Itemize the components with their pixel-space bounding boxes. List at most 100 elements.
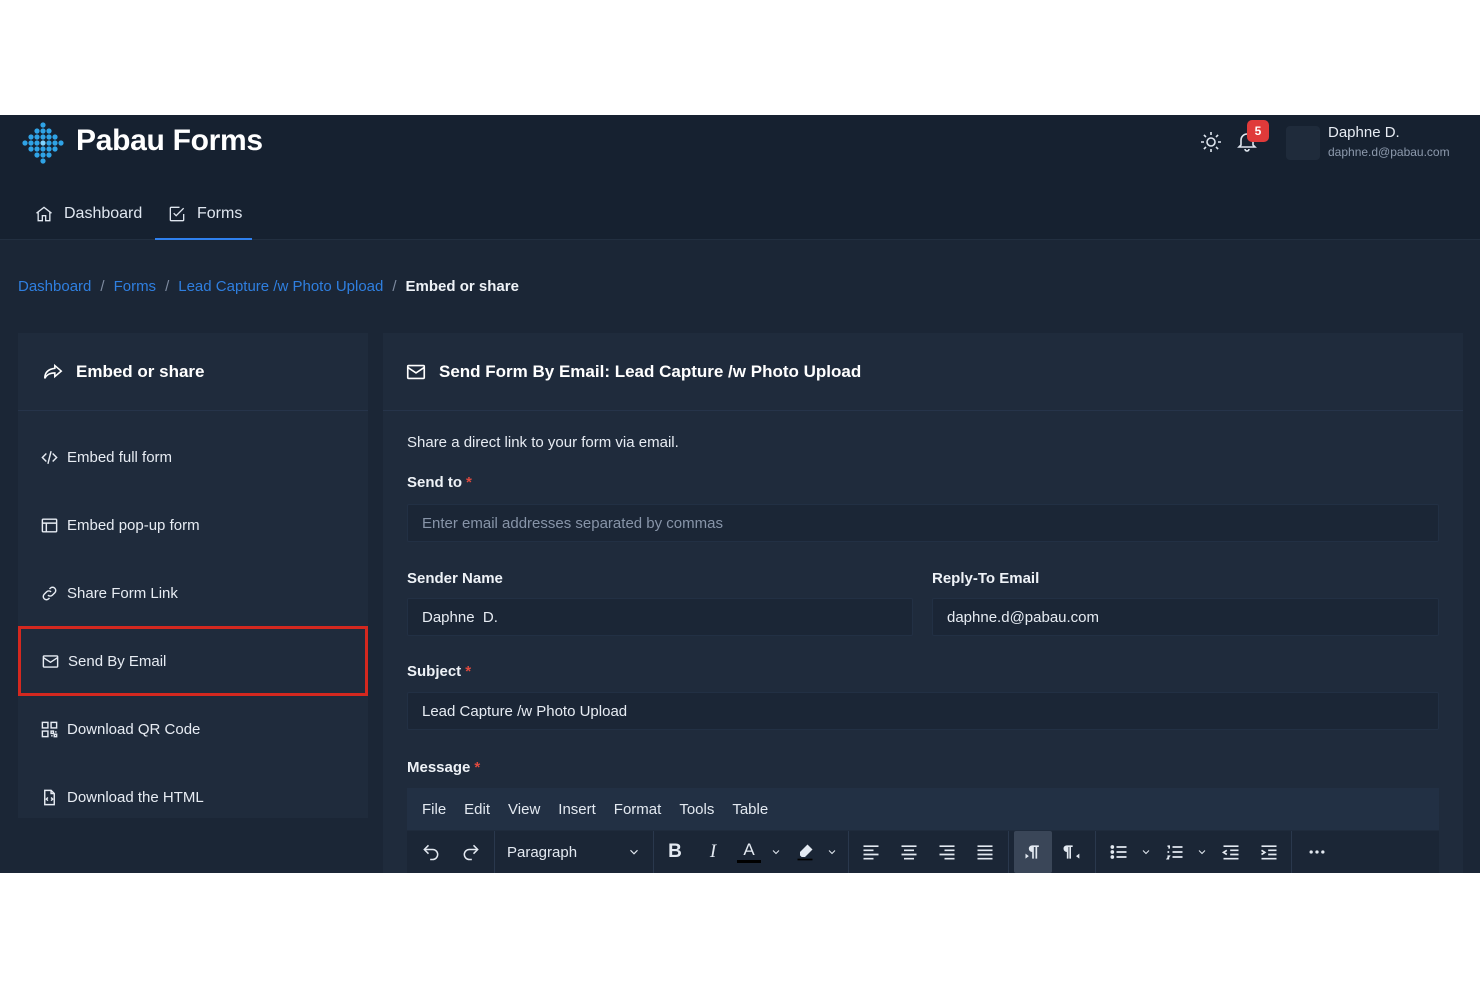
menu-table[interactable]: Table [732, 801, 768, 818]
breadcrumb-dashboard[interactable]: Dashboard [18, 278, 91, 295]
download-html-item[interactable]: Download the HTML [18, 763, 368, 831]
align-center-icon [901, 845, 917, 860]
numbered-list-button[interactable] [1163, 839, 1187, 865]
numbered-list-dropdown[interactable] [1195, 839, 1209, 865]
align-left-button[interactable] [859, 839, 883, 865]
subject-label-text: Subject [407, 663, 462, 680]
align-justify-icon [977, 845, 993, 860]
undo-button[interactable] [419, 839, 443, 865]
embed-full-form-label: Embed full form [67, 448, 173, 466]
more-tools-button[interactable] [1305, 839, 1329, 865]
embed-full-form-item[interactable]: Embed full form [18, 423, 368, 491]
breadcrumb-form[interactable]: Lead Capture /w Photo Upload [178, 278, 383, 295]
mail-icon [406, 364, 426, 379]
toolbar-divider [653, 831, 654, 873]
breadcrumb-separator: / [392, 278, 397, 295]
toolbar-divider [1291, 831, 1292, 873]
bullet-list-button[interactable] [1107, 839, 1131, 865]
block-format-value: Paragraph [507, 843, 578, 861]
app-window: Pabau Forms 5 Daphne D. daphne.d@pabau.c… [0, 115, 1480, 873]
file-code-icon [44, 789, 55, 805]
required-marker: * [465, 663, 472, 680]
chevron-down-icon [1142, 850, 1150, 855]
share-form-link-item[interactable]: Share Form Link [18, 559, 368, 627]
required-marker: * [466, 474, 472, 491]
rtl-paragraph-icon [1063, 845, 1080, 859]
breadcrumb: Dashboard / Forms / Lead Capture /w Phot… [18, 278, 519, 295]
send-email-panel: Send Form By Email: Lead Capture /w Phot… [383, 333, 1463, 873]
ltr-direction-button[interactable] [1014, 831, 1052, 873]
code-icon [41, 450, 58, 464]
qr-code-icon [41, 721, 58, 737]
highlight-dropdown[interactable] [825, 839, 839, 865]
menu-edit[interactable]: Edit [464, 801, 490, 818]
send-to-input[interactable] [407, 504, 1439, 542]
editor-menubar: File Edit View Insert Format Tools Table [407, 788, 1439, 830]
nav-forms[interactable]: Forms [167, 187, 242, 240]
outdent-icon [1221, 845, 1239, 860]
redo-button[interactable] [459, 839, 483, 865]
menu-view[interactable]: View [508, 801, 540, 818]
chevron-down-icon [828, 850, 836, 855]
highlight-button[interactable] [793, 839, 817, 865]
toolbar-divider [1095, 831, 1096, 873]
align-center-button[interactable] [897, 839, 921, 865]
toolbar-divider [1008, 831, 1009, 873]
share-panel-title: Embed or share [76, 361, 205, 381]
user-name[interactable]: Daphne D. [1328, 124, 1400, 141]
avatar[interactable] [1286, 126, 1320, 160]
breadcrumb-separator: / [165, 278, 170, 295]
theme-toggle-icon[interactable] [1199, 130, 1223, 154]
menu-insert[interactable]: Insert [558, 801, 596, 818]
bold-button[interactable]: B [663, 839, 687, 865]
embed-popup-form-label: Embed pop-up form [67, 516, 200, 534]
home-icon [36, 205, 52, 221]
embed-popup-form-item[interactable]: Embed pop-up form [18, 491, 368, 559]
share-panel-header: Embed or share [18, 333, 368, 411]
menu-tools[interactable]: Tools [679, 801, 714, 818]
nav-dashboard-label: Dashboard [64, 204, 143, 222]
sender-name-input[interactable] [407, 598, 913, 636]
align-right-button[interactable] [935, 839, 959, 865]
download-qr-code-item[interactable]: Download QR Code [18, 695, 368, 763]
undo-icon [423, 844, 439, 861]
indent-button[interactable] [1257, 839, 1281, 865]
text-color-dropdown[interactable] [769, 839, 783, 865]
mail-icon [42, 654, 59, 668]
italic-button[interactable]: I [701, 839, 725, 865]
message-label-text: Message [407, 759, 471, 776]
block-format-select[interactable]: Paragraph [507, 839, 641, 865]
checkbox-icon [169, 206, 185, 221]
align-right-icon [939, 845, 955, 860]
download-qr-code-label: Download QR Code [67, 720, 201, 738]
send-email-header: Send Form By Email: Lead Capture /w Phot… [383, 333, 1463, 411]
chevron-down-icon [772, 850, 780, 855]
outdent-button[interactable] [1219, 839, 1243, 865]
rtl-direction-button[interactable] [1059, 839, 1083, 865]
required-marker: * [474, 759, 481, 776]
redo-icon [463, 844, 479, 861]
highlighter-icon [797, 844, 813, 861]
breadcrumb-separator: / [100, 278, 105, 295]
text-color-button[interactable]: A [737, 839, 761, 863]
breadcrumb-forms[interactable]: Forms [114, 278, 157, 295]
user-email: daphne.d@pabau.com [1328, 145, 1450, 159]
panel-title: Send Form By Email: Lead Capture /w Phot… [439, 361, 862, 381]
send-by-email-item[interactable]: Send By Email [18, 626, 368, 696]
nav-dashboard[interactable]: Dashboard [34, 187, 142, 240]
send-to-label-text: Send to [407, 474, 462, 491]
pabau-logo[interactable] [18, 119, 68, 169]
nav-forms-label: Forms [197, 204, 243, 222]
subject-label: Subject * [407, 663, 471, 680]
subject-input[interactable] [407, 692, 1439, 730]
reply-to-input[interactable] [932, 598, 1439, 636]
menu-file[interactable]: File [422, 801, 446, 818]
editor-toolbar: Paragraph B I A [407, 831, 1439, 873]
window-icon [41, 517, 58, 533]
ltr-paragraph-icon [1025, 845, 1039, 859]
justify-button[interactable] [973, 839, 997, 865]
toolbar-divider [494, 831, 495, 873]
bullet-list-dropdown[interactable] [1139, 839, 1153, 865]
brand-name: Pabau Forms [76, 124, 263, 157]
menu-format[interactable]: Format [614, 801, 662, 818]
